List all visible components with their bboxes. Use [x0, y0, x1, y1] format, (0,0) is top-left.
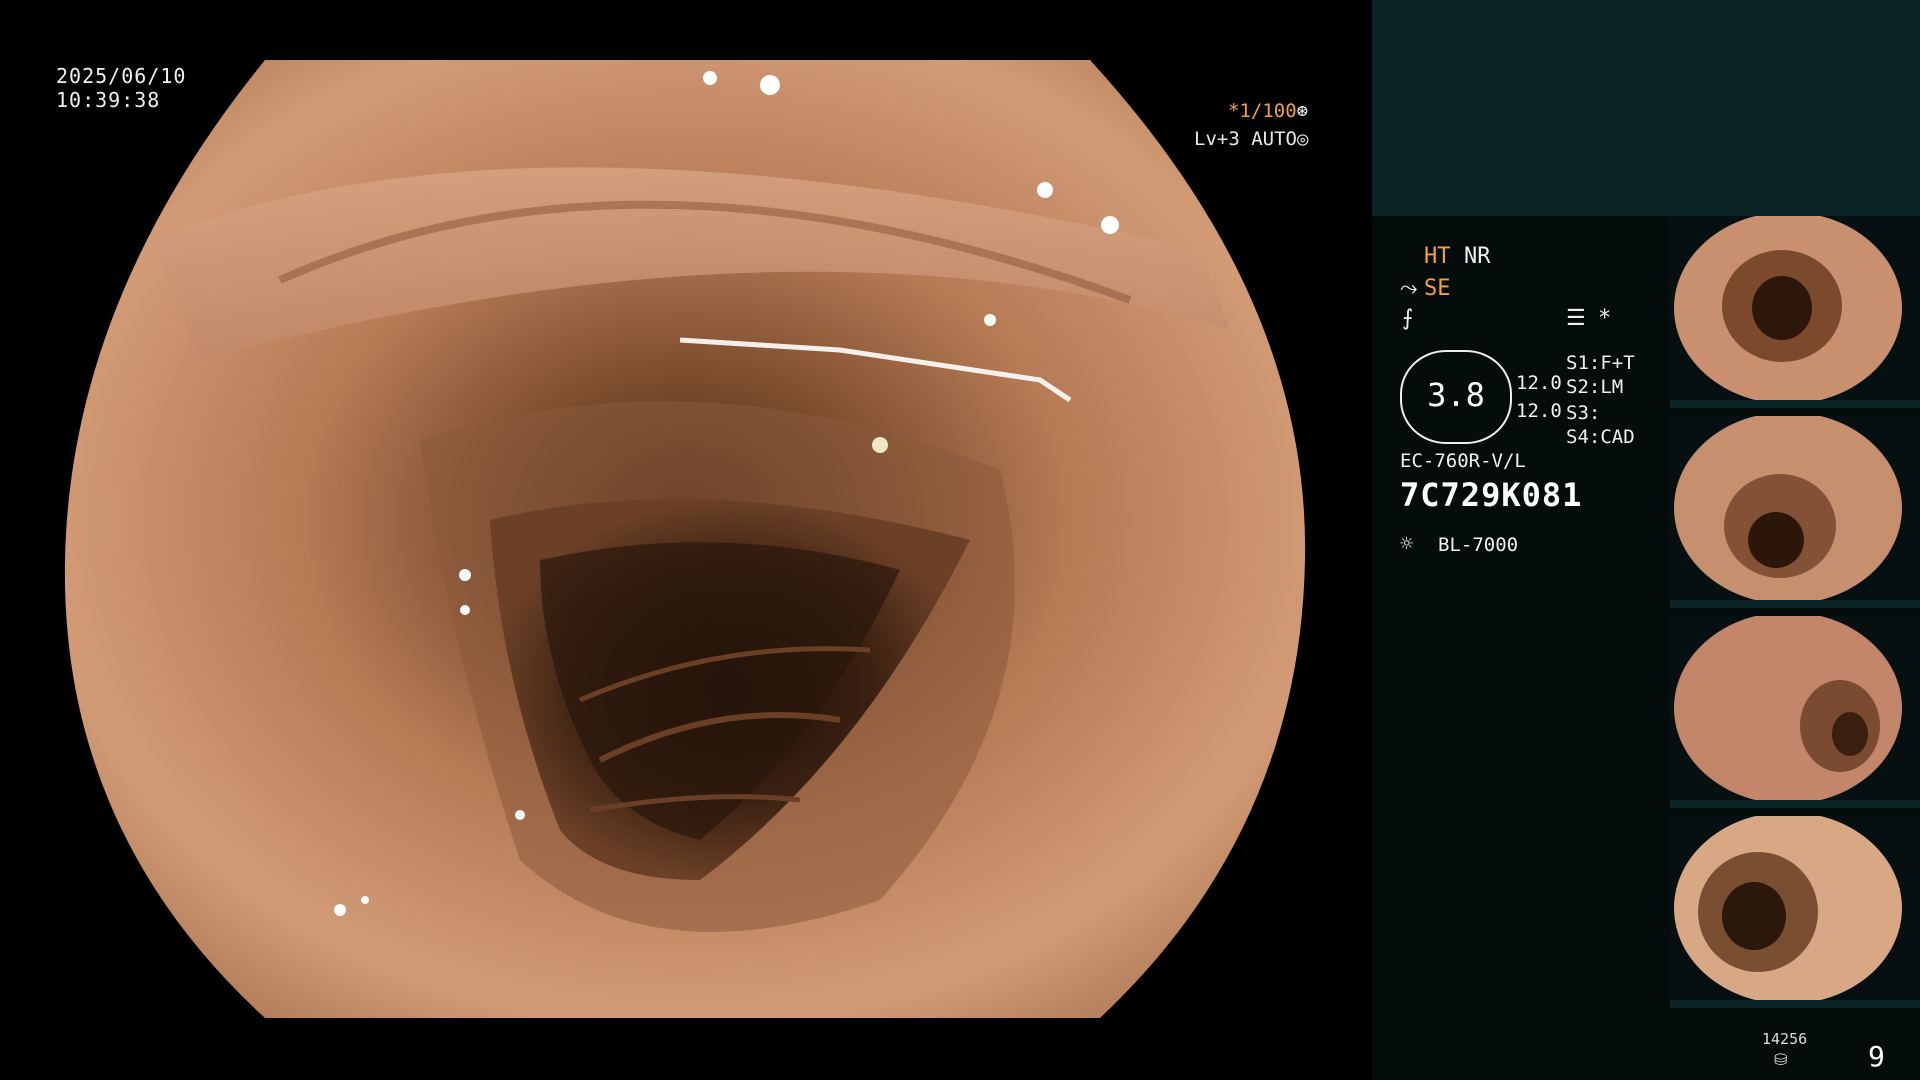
scope-model-label: EC-760R-V/L — [1400, 450, 1526, 472]
thumbnail-1[interactable] — [1670, 216, 1920, 408]
image-count-label: 14256 — [1762, 1030, 1808, 1048]
gauge-value: 3.8 — [1427, 376, 1485, 414]
thumbnail-4-image — [1674, 816, 1902, 1004]
time-label: 10:39:38 — [56, 88, 161, 112]
iris-mode-label: AUTO — [1251, 128, 1297, 150]
date-label: 2025/06/10 — [56, 64, 187, 88]
thumbnail-4[interactable] — [1670, 816, 1920, 1008]
iris-icon: ◎ — [1296, 128, 1309, 150]
thumbnail-3[interactable] — [1670, 616, 1920, 808]
gauge-top-value: 12.0 — [1516, 372, 1562, 394]
thumbnail-4-bar — [1670, 1000, 1920, 1008]
switch-s3-label: S3: — [1566, 402, 1601, 424]
switch-s3: S3: — [1566, 402, 1600, 424]
sun-icon: ☼ — [1400, 532, 1414, 557]
thumbnail-3-image — [1674, 616, 1902, 804]
endoscope-view: 2025/06/10 10:39:38 *1/100⊛ Lv+3 AUTO◎ — [0, 0, 1372, 1080]
asterisk-label: * — [1598, 306, 1612, 331]
thumbnail-1-bar — [1670, 400, 1920, 408]
gauge-display: 3.8 — [1400, 350, 1512, 444]
shutter-icon: ⊛ — [1296, 100, 1309, 122]
scope-tip-icon: ⤳ — [1400, 276, 1418, 301]
thumbnail-2-image — [1674, 416, 1902, 604]
shutter-label: *1/100 — [1228, 100, 1297, 122]
iris-readout: Lv+3 AUTO◎ — [1194, 128, 1308, 150]
switch-s4-value: CAD — [1600, 426, 1635, 448]
switch-s2-label: S2: — [1566, 376, 1601, 398]
light-source-label: BL-7000 — [1438, 534, 1519, 556]
se-mode-label: SE — [1424, 276, 1451, 301]
switch-s1: S1:F+T — [1566, 352, 1635, 374]
thumbnail-2[interactable] — [1670, 416, 1920, 608]
thumbnail-1-image — [1674, 216, 1902, 404]
gauge-bottom-value: 12.0 — [1516, 400, 1562, 422]
ht-mode-label: HT — [1424, 244, 1451, 269]
switch-s2: S2:LM — [1566, 376, 1623, 398]
scope-serial-label: 7C729K081 — [1400, 476, 1583, 514]
switch-s4: S4:CAD — [1566, 426, 1635, 448]
endoscopic-image — [64, 60, 1306, 1018]
shutter-readout: *1/100⊛ — [1228, 100, 1308, 122]
switch-s4-label: S4: — [1566, 426, 1601, 448]
thumbnail-2-bar — [1670, 600, 1920, 608]
nr-mode-label: NR — [1464, 244, 1491, 269]
switch-s1-label: S1: — [1566, 352, 1601, 374]
enhance-icon: ⨍ — [1402, 306, 1414, 331]
thumbnail-3-bar — [1670, 800, 1920, 808]
storage-icon: ⛁ — [1774, 1050, 1788, 1069]
switch-s1-value: F+T — [1600, 352, 1635, 374]
switch-s2-value: LM — [1600, 376, 1624, 398]
level-label: Lv+3 — [1194, 128, 1240, 150]
status-panel-header — [1372, 0, 1920, 216]
page-number-label: 9 — [1868, 1040, 1885, 1073]
menu-icon: ☰ — [1566, 306, 1586, 331]
